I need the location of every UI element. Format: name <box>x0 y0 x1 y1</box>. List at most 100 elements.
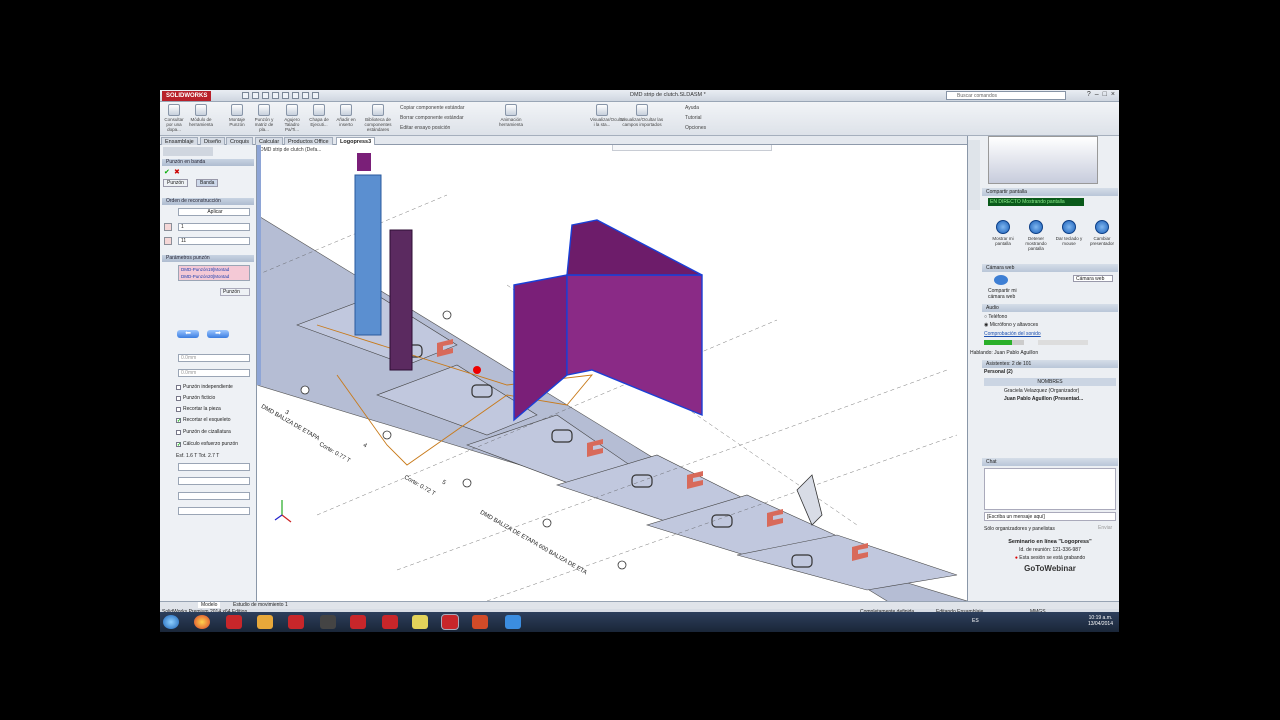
share-webcam-button[interactable]: Compartir mi cámara web <box>988 288 1028 300</box>
attendee-row[interactable]: Juan Pablo Aguillon (Presentad... <box>1004 396 1083 402</box>
audio-mic-option[interactable]: ◉ Micrófono y altavoces <box>984 322 1038 328</box>
checkbox[interactable]: ✓ <box>176 441 181 447</box>
change-presenter-button[interactable]: Cambiar presentador <box>1087 220 1117 246</box>
system-clock[interactable]: 10:19 a.m. 13/04/2014 <box>1088 615 1113 627</box>
arrow-right-icon[interactable]: ➡ <box>207 330 229 338</box>
subtab-punzon[interactable]: Punzón <box>163 179 188 187</box>
section-punch-params[interactable]: Parámetros punzón <box>162 255 254 262</box>
check-trim-part[interactable]: Recortar la pieza <box>176 406 221 412</box>
3d-viewport[interactable]: DMD strip de clutch (Defa... Corte: 0.77… <box>257 145 967 601</box>
punch-list[interactable]: DMD-Punzón19[Montad DMD-Punzón20[Montad <box>178 265 250 281</box>
section-rebuild-order[interactable]: Orden de reconstrucción <box>162 198 254 205</box>
ribbon-button[interactable]: Biblioteca de componentes estándares <box>360 104 396 134</box>
arrow-left-icon[interactable]: ⬅ <box>177 330 199 338</box>
checkbox[interactable] <box>176 395 181 401</box>
ribbon-button[interactable]: Visualizar/Ocultar i la sta... <box>590 104 625 134</box>
tutorial-link[interactable]: Tutorial <box>685 115 702 121</box>
drag-handle[interactable] <box>473 366 481 374</box>
order-field-1[interactable]: 1 <box>178 223 250 231</box>
distance-field-2[interactable]: 0.0mm <box>178 369 250 377</box>
ribbon-button[interactable]: Chapa de Ejecuti... <box>307 104 331 134</box>
help-icon[interactable]: ? <box>1087 91 1091 98</box>
ribbon-small-item[interactable]: Editar ensayo posición <box>400 125 450 131</box>
solidworks-taskbar-icon[interactable] <box>288 615 304 629</box>
minimize-icon[interactable]: – <box>1095 91 1099 98</box>
punch-type-select[interactable]: Punzón <box>220 288 250 296</box>
search-commands-input[interactable]: Buscar comandos <box>946 91 1066 100</box>
show-screen-button[interactable]: Mostrar mi pantalla <box>988 220 1018 246</box>
ribbon-button[interactable]: Animación herramienta <box>494 104 528 134</box>
check-trim-skeleton[interactable]: ✓ Recortar el esqueleto <box>176 417 231 423</box>
checkbox[interactable] <box>176 384 181 390</box>
close-icon[interactable]: × <box>1111 91 1115 98</box>
extra-select[interactable] <box>178 477 250 485</box>
webcam-select[interactable]: Cámara web <box>1073 275 1113 282</box>
distance-field-1[interactable]: 0.0mm <box>178 354 250 362</box>
list-item[interactable]: DMD-Punzón19[Montad <box>181 266 249 273</box>
chat-input[interactable]: [Escriba un mensaje aquí] <box>984 512 1116 521</box>
help-link[interactable]: Ayuda <box>685 105 699 111</box>
staff-group[interactable]: Personal (2) <box>984 369 1013 375</box>
cancel-icon[interactable]: ✖ <box>174 168 180 176</box>
start-button[interactable] <box>163 615 179 629</box>
attendees-header[interactable]: Asistentes: 2 de 101 <box>982 360 1118 368</box>
open-icon[interactable] <box>252 92 259 99</box>
tab-diseno[interactable]: Diseño <box>200 137 226 145</box>
chat-recipient-select[interactable]: Sólo organizadores y panelistas <box>984 525 1084 533</box>
check-independent[interactable]: Punzón independiente <box>176 384 233 390</box>
app-taskbar-icon[interactable] <box>412 615 428 629</box>
stop-screen-button[interactable]: Detener mostrando pantalla <box>1021 220 1051 251</box>
webcam-header[interactable]: Cámara web <box>982 264 1118 272</box>
undo-icon[interactable] <box>282 92 289 99</box>
subtab-banda[interactable]: Banda <box>196 179 219 187</box>
tab-croquis[interactable]: Croquis <box>226 137 253 145</box>
solidworks-taskbar-icon[interactable] <box>226 615 242 629</box>
select-icon[interactable] <box>292 92 299 99</box>
send-button[interactable]: Enviar <box>1098 525 1112 531</box>
new-icon[interactable] <box>242 92 249 99</box>
audio-phone-option[interactable]: ○ Teléfono <box>984 314 1007 320</box>
explorer-taskbar-icon[interactable] <box>257 615 273 629</box>
extra-field[interactable] <box>178 463 250 471</box>
check-effort[interactable]: ✓ Cálculo esfuerzo punzón <box>176 441 238 447</box>
share-header[interactable]: Compartir pantalla <box>982 188 1118 196</box>
solidworks-taskbar-icon[interactable] <box>382 615 398 629</box>
options-icon[interactable] <box>312 92 319 99</box>
tab-productos-office[interactable]: Productos Office <box>284 137 333 145</box>
ribbon-button[interactable]: Punzón y matriz de pla... <box>252 104 276 134</box>
tab-logopress3[interactable]: Logopress3 <box>336 137 376 145</box>
checkbox[interactable]: ✓ <box>176 417 181 423</box>
ribbon-button[interactable]: Montaje Punzón <box>225 104 249 134</box>
tab-ensamblaje[interactable]: Ensamblaje <box>161 137 198 145</box>
print-icon[interactable] <box>272 92 279 99</box>
chat-header[interactable]: Chat <box>982 458 1118 466</box>
gotowebinar-taskbar-icon[interactable] <box>505 615 521 629</box>
order-field-2[interactable]: 11 <box>178 237 250 245</box>
solidworks-taskbar-icon[interactable] <box>350 615 366 629</box>
powerpoint-taskbar-icon[interactable] <box>472 615 488 629</box>
chrome-taskbar-icon[interactable] <box>194 615 210 629</box>
manager-tabs[interactable] <box>163 147 213 156</box>
webcam-icon[interactable] <box>994 275 1008 285</box>
options-link[interactable]: Opciones <box>685 125 706 131</box>
webinar-side-icons[interactable] <box>968 140 980 210</box>
language-indicator[interactable]: ES <box>972 618 979 624</box>
checkbox[interactable] <box>176 429 181 435</box>
checkbox[interactable] <box>176 406 181 412</box>
list-item[interactable]: DMD-Punzón20[Montad <box>181 273 249 280</box>
ok-icon[interactable]: ✔ <box>164 168 170 176</box>
sound-check-link[interactable]: Comprobación del sonido <box>984 331 1041 337</box>
ribbon-button[interactable]: Agujero Taladro Pa/Ti... <box>280 104 304 134</box>
ribbon-small-item[interactable]: Borrar componente estándar <box>400 115 464 121</box>
extra-field[interactable] <box>178 507 250 515</box>
tab-calcular[interactable]: Calcular <box>255 137 284 145</box>
ribbon-small-item[interactable]: Copiar componente estándar <box>400 105 465 111</box>
ribbon-button[interactable]: Módulo de herramienta <box>189 104 213 134</box>
ribbon-button[interactable]: Visualizar/Ocultar las campos importados <box>618 104 666 134</box>
check-shear[interactable]: Punzón de cizallatura <box>176 429 231 435</box>
ribbon-button[interactable]: Consultar por una dopa... <box>162 104 186 134</box>
ribbon-button[interactable]: Añadir en inserto <box>334 104 358 134</box>
rebuild-icon[interactable] <box>302 92 309 99</box>
extra-field[interactable] <box>178 492 250 500</box>
give-keyboard-button[interactable]: Dar teclado y mouse <box>1054 220 1084 246</box>
